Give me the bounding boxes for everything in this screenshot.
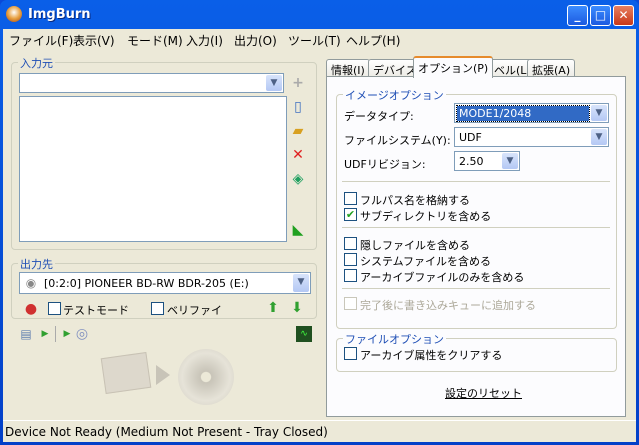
- drive-combo[interactable]: ◉ [0:2:0] PIONEER BD-RW BDR-205 (E:) ▼: [19, 272, 311, 294]
- log-icon[interactable]: ▤: [18, 326, 34, 342]
- menu-view[interactable]: 表示(V): [73, 32, 115, 49]
- include-subdirs-label: サブディレクトリを含める: [360, 210, 492, 223]
- include-hidden-checkbox[interactable]: [344, 237, 357, 250]
- eject-icon[interactable]: ●: [23, 301, 39, 317]
- window: ImgBurn _ □ ✕ ファイル(F) 表示(V) モード(M) 入力(I)…: [0, 0, 639, 445]
- maximize-button[interactable]: □: [590, 5, 611, 26]
- file-options-label: ファイルオプション: [343, 331, 446, 347]
- add-to-queue-label: 完了後に書き込みキューに追加する: [360, 299, 536, 312]
- menu-help[interactable]: ヘルプ(H): [346, 32, 400, 49]
- speed-up-icon[interactable]: ⬆: [265, 300, 281, 316]
- store-full-paths-checkbox[interactable]: [344, 192, 357, 205]
- source-file-list[interactable]: [19, 96, 287, 242]
- divider: [342, 181, 610, 182]
- include-system-checkbox[interactable]: [344, 253, 357, 266]
- clear-archive-checkbox[interactable]: [344, 347, 357, 360]
- toolbar-divider: [55, 326, 56, 342]
- close-button[interactable]: ✕: [613, 5, 634, 26]
- image-options-label: イメージオプション: [343, 87, 446, 103]
- include-subdirs-checkbox[interactable]: ✔: [344, 208, 357, 221]
- udf-revision-label: UDFリビジョン:: [344, 158, 426, 171]
- graph-icon[interactable]: ∿: [296, 326, 312, 342]
- menu-output[interactable]: 出力(O): [234, 32, 277, 49]
- reset-settings-link[interactable]: 設定のリセット: [445, 385, 522, 401]
- add-to-queue-checkbox[interactable]: [344, 297, 357, 310]
- chevron-down-icon[interactable]: ▼: [591, 129, 607, 145]
- chevron-down-icon[interactable]: ▼: [266, 75, 282, 91]
- envelope-icon: [100, 351, 152, 395]
- calculate-icon[interactable]: ◣: [290, 222, 306, 238]
- add-icon[interactable]: +: [290, 75, 306, 91]
- store-full-paths-label: フルパス名を格納する: [360, 194, 470, 207]
- clear-archive-label: アーカイブ属性をクリアする: [360, 349, 503, 362]
- include-system-label: システムファイルを含める: [360, 255, 492, 268]
- tab-advanced[interactable]: 拡張(A): [527, 59, 576, 77]
- test-mode-label: テストモード: [63, 304, 129, 317]
- minimize-button[interactable]: _: [567, 5, 588, 26]
- chevron-down-icon[interactable]: ▼: [502, 153, 518, 169]
- tab-info[interactable]: 情報(I): [326, 59, 370, 77]
- play-icon[interactable]: ▶: [59, 326, 75, 342]
- client-area: ファイル(F) 表示(V) モード(M) 入力(I) 出力(O) ツール(T) …: [3, 29, 636, 442]
- write-button[interactable]: [98, 345, 234, 409]
- window-title: ImgBurn: [28, 7, 91, 22]
- arrow-icon: [156, 365, 170, 385]
- drive-value: [0:2:0] PIONEER BD-RW BDR-205 (E:): [44, 277, 249, 290]
- browse-folder-icon[interactable]: ▰: [290, 123, 306, 139]
- disc-icon: [178, 349, 234, 405]
- menu-input[interactable]: 入力(I): [186, 32, 223, 49]
- data-type-select[interactable]: MODE1/2048 ▼: [454, 103, 609, 123]
- refresh-icon[interactable]: ◈: [290, 171, 306, 187]
- archive-only-label: アーカイブファイルのみを含める: [360, 271, 525, 284]
- delete-icon[interactable]: ✕: [290, 147, 306, 163]
- menu-tools[interactable]: ツール(T): [288, 32, 341, 49]
- drive-icon: ◉: [25, 276, 37, 290]
- menu-mode[interactable]: モード(M): [127, 32, 183, 49]
- file-system-label: ファイルシステム(Y):: [344, 134, 451, 147]
- tab-options[interactable]: オプション(P): [413, 56, 494, 78]
- archive-only-checkbox[interactable]: [344, 269, 357, 282]
- menu-bar: ファイル(F) 表示(V) モード(M) 入力(I) 出力(O) ツール(T) …: [3, 29, 636, 48]
- destination-label: 出力先: [18, 256, 55, 272]
- verify-checkbox[interactable]: [151, 302, 164, 315]
- play-icon[interactable]: ▶: [37, 326, 53, 342]
- verify-label: ベリファイ: [167, 304, 222, 317]
- browse-file-icon[interactable]: ▯: [290, 99, 306, 115]
- chevron-down-icon[interactable]: ▼: [293, 274, 309, 292]
- include-hidden-label: 隠しファイルを含める: [360, 239, 470, 252]
- source-combo[interactable]: ▼: [19, 73, 284, 93]
- speed-down-icon[interactable]: ⬇: [289, 300, 305, 316]
- menu-file[interactable]: ファイル(F): [9, 32, 73, 49]
- status-bar: Device Not Ready (Medium Not Present - T…: [3, 420, 636, 442]
- udf-revision-select[interactable]: 2.50 ▼: [454, 151, 520, 171]
- source-label: 入力元: [18, 55, 55, 71]
- disc-icon[interactable]: ◎: [74, 326, 90, 342]
- data-type-label: データタイプ:: [344, 110, 414, 123]
- divider: [342, 227, 610, 228]
- options-panel: イメージオプション データタイプ: MODE1/2048 ▼ ファイルシステム(Y…: [326, 76, 626, 417]
- title-bar: ImgBurn _ □ ✕: [0, 0, 639, 29]
- test-mode-checkbox[interactable]: [48, 302, 61, 315]
- file-system-select[interactable]: UDF ▼: [454, 127, 609, 147]
- divider: [342, 288, 610, 289]
- chevron-down-icon[interactable]: ▼: [591, 105, 607, 121]
- app-logo-icon: [6, 6, 22, 22]
